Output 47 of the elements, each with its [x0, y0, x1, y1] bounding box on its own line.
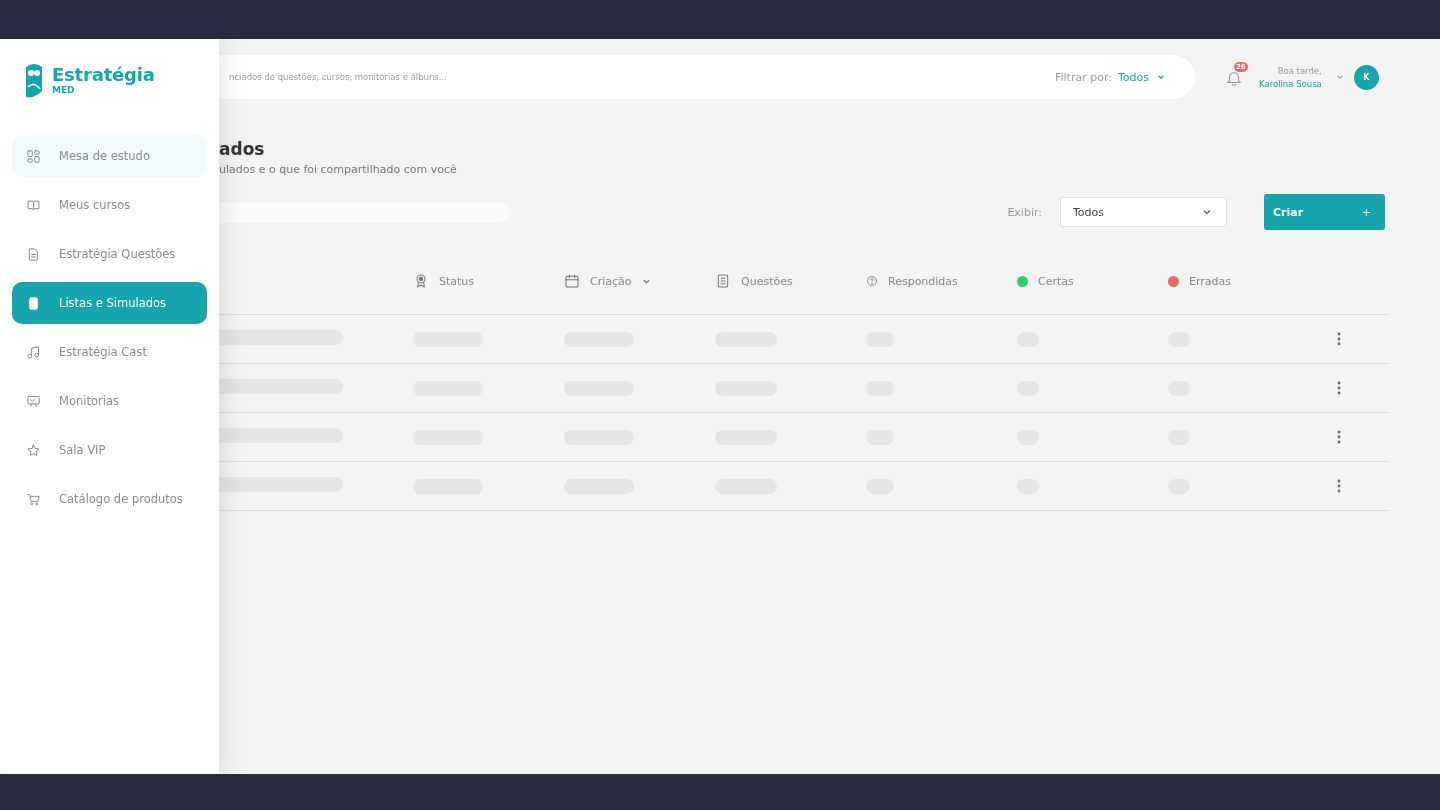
column-header: Questões — [741, 274, 793, 288]
search-field[interactable]: nciados de questões, cursos, monitorias e álbuns... Filtrar por: Todos — [219, 55, 1195, 99]
owl-logo-icon — [24, 61, 44, 99]
logo-text: Estratégia — [52, 65, 155, 85]
column-header: Status — [439, 274, 475, 288]
column-header: Respondidas — [888, 274, 958, 288]
page-subtitle: ulados e o que foi compartilhado com você — [219, 163, 458, 176]
calendar-icon — [564, 273, 580, 289]
chevron-down-icon — [1202, 207, 1212, 217]
sidebar-item[interactable]: Meus cursos — [12, 184, 207, 226]
show-label: Exibir: — [1007, 205, 1042, 219]
bell-icon[interactable] — [1225, 69, 1243, 87]
show-dropdown[interactable]: Todos — [1060, 197, 1227, 227]
star-icon — [26, 442, 41, 458]
cart-icon — [26, 491, 41, 507]
sidebar-item[interactable]: Monitorias — [12, 380, 207, 422]
sidebar-item[interactable]: Mesa de estudo — [12, 135, 207, 177]
user-avatar[interactable]: K — [1353, 64, 1379, 90]
create-button[interactable]: Criar + — [1264, 194, 1385, 230]
user-name: Karolina Sousa — [1259, 78, 1322, 89]
filter-dropdown[interactable]: Filtrar por: Todos — [1055, 70, 1165, 84]
more-vertical-icon[interactable] — [1337, 430, 1341, 444]
more-vertical-icon[interactable] — [1337, 479, 1341, 493]
page-title: ados — [219, 139, 266, 159]
whiteboard-icon — [26, 393, 41, 409]
more-vertical-icon[interactable] — [1337, 332, 1341, 346]
notebook-icon — [26, 295, 41, 311]
column-header[interactable]: Criação — [564, 273, 715, 289]
medal-icon — [413, 273, 429, 289]
sidebar-item[interactable]: Catálogo de produtos — [12, 478, 207, 520]
greeting-text: Boa tarde, — [1277, 65, 1322, 76]
search-field[interactable] — [219, 201, 509, 223]
grid-icon — [26, 148, 41, 164]
document-icon — [26, 246, 41, 262]
sidebar-item[interactable]: Estratégia Cast — [12, 331, 207, 373]
sidebar-item[interactable]: Estratégia Questões — [12, 233, 207, 275]
book-icon — [26, 197, 41, 213]
document-icon — [715, 273, 731, 289]
column-header: Erradas — [1189, 274, 1231, 288]
sidebar-item[interactable]: Sala VIP — [12, 429, 207, 471]
question-circle-icon — [866, 275, 878, 287]
sidebar-item[interactable]: Listas e Simulados — [12, 282, 207, 324]
more-vertical-icon[interactable] — [1337, 381, 1341, 395]
column-header: Certas — [1038, 274, 1074, 288]
chevron-down-icon — [1157, 73, 1165, 81]
music-note-icon — [26, 344, 41, 360]
logo-subtitle: MED — [52, 85, 76, 95]
